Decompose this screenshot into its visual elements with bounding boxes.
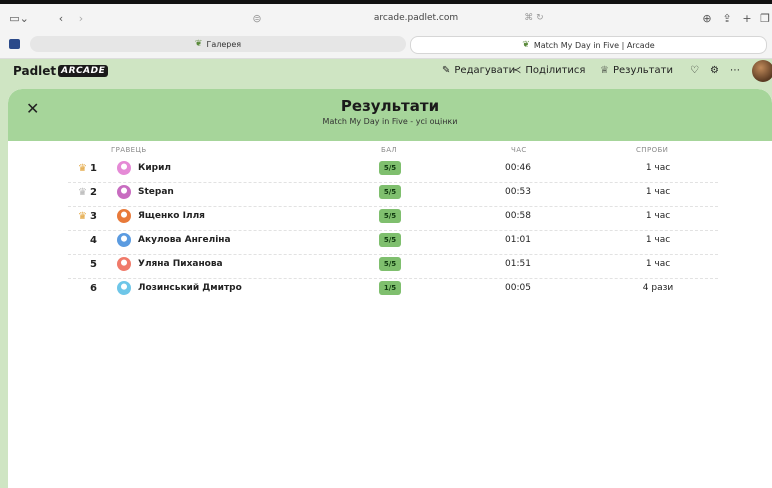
new-tab-icon[interactable]: + <box>740 10 754 26</box>
player-avatar <box>117 185 131 199</box>
column-header-tries: СПРОБИ <box>636 146 669 154</box>
rank-number: 1 <box>90 163 97 174</box>
table-row: 4 Акулова Ангеліна 5/5 01:01 1 час <box>68 230 718 255</box>
player-name: Лозинський Дмитро <box>138 283 242 293</box>
tab-favicon-icon <box>9 39 20 49</box>
column-header-player: ГРАВЕЦЬ <box>111 146 147 154</box>
results-panel: ✕ Результати Match My Day in Five - усі … <box>8 89 772 488</box>
time-value: 00:58 <box>505 211 531 221</box>
rank-number: 6 <box>90 283 97 294</box>
results-subtitle: Match My Day in Five - усі оцінки <box>322 117 458 126</box>
tries-value: 1 час <box>645 187 671 197</box>
shield-icon[interactable]: ⊜ <box>250 10 264 26</box>
results-header: ✕ Результати Match My Day in Five - усі … <box>8 89 772 141</box>
rank-number: 4 <box>90 235 97 246</box>
edit-button[interactable]: ✎ Редагувати <box>442 65 515 76</box>
pencil-icon: ✎ <box>442 65 451 76</box>
share-nodes-icon: ≺ <box>513 65 522 76</box>
player-avatar <box>117 257 131 271</box>
rank-number: 5 <box>90 259 97 270</box>
back-icon[interactable]: ‹ <box>54 10 68 26</box>
share-icon[interactable]: ⇪ <box>720 10 734 26</box>
time-value: 01:01 <box>505 235 531 245</box>
time-value: 01:51 <box>505 259 531 269</box>
tries-value: 1 час <box>645 235 671 245</box>
score-badge: 5/5 <box>379 233 401 247</box>
crown-icon: ♛ <box>78 211 87 222</box>
address-bar[interactable]: arcade.padlet.com <box>356 10 476 26</box>
score-badge: 5/5 <box>379 209 401 223</box>
tab-gallery[interactable]: ❦ Галерея <box>30 36 406 52</box>
more-icon[interactable]: ⋯ <box>730 65 740 76</box>
results-button[interactable]: ♕ Результати <box>600 65 673 76</box>
gear-icon[interactable]: ⚙ <box>710 65 719 76</box>
user-avatar[interactable] <box>752 60 772 82</box>
tries-value: 1 час <box>645 163 671 173</box>
time-value: 00:53 <box>505 187 531 197</box>
table-row: ♛ 1 Кирил 5/5 00:46 1 час <box>68 158 718 183</box>
table-row: ♛ 3 Ященко Ілля 5/5 00:58 1 час <box>68 206 718 231</box>
leaf-icon: ❦ <box>522 40 530 50</box>
heart-icon[interactable]: ♡ <box>690 65 699 76</box>
trophy-icon: ♕ <box>600 65 609 76</box>
column-header-score: БАЛ <box>381 146 398 154</box>
crown-icon: ♛ <box>78 163 87 174</box>
logo-badge: ARCADE <box>58 65 109 77</box>
forward-icon[interactable]: › <box>74 10 88 26</box>
tab-bar: ❦ Галерея ❦ Match My Day in Five | Arcad… <box>0 32 772 56</box>
tab-label: Галерея <box>206 39 242 49</box>
browser-chrome: ▭⌄ ‹ › ⊜ arcade.padlet.com ⌘ ↻ ⊕ ⇪ + ❐ ❦… <box>0 4 772 59</box>
player-name: Ященко Ілля <box>138 211 205 221</box>
time-value: 00:05 <box>505 283 531 293</box>
results-title: Результати <box>340 97 440 115</box>
player-avatar <box>117 281 131 295</box>
results-label: Результати <box>612 65 673 76</box>
sidebar-toggle-icon[interactable]: ▭⌄ <box>8 10 30 26</box>
download-icon[interactable]: ⊕ <box>700 10 714 26</box>
score-badge: 5/5 <box>379 161 401 175</box>
share-button[interactable]: ≺ Поділитися <box>513 65 585 76</box>
player-avatar <box>117 209 131 223</box>
reader-reload-icon[interactable]: ⌘ ↻ <box>520 10 548 26</box>
time-value: 00:46 <box>505 163 531 173</box>
score-badge: 5/5 <box>379 185 401 199</box>
edit-label: Редагувати <box>454 65 516 76</box>
player-name: Уляна Пиханова <box>138 259 223 269</box>
player-avatar <box>117 233 131 247</box>
leaf-icon: ❦ <box>194 39 203 49</box>
player-name: Stepan <box>138 187 174 197</box>
table-row: ♛ 2 Stepan 5/5 00:53 1 час <box>68 182 718 207</box>
logo-text: Padlet <box>13 64 57 78</box>
table-row: 5 Уляна Пиханова 5/5 01:51 1 час <box>68 254 718 279</box>
player-avatar <box>117 161 131 175</box>
table-row: 6 Лозинський Дмитро 1/5 00:05 4 рази <box>68 278 718 302</box>
tab-match-my-day[interactable]: ❦ Match My Day in Five | Arcade <box>410 36 767 54</box>
player-name: Кирил <box>138 163 172 173</box>
tries-value: 4 рази <box>642 283 674 293</box>
score-badge: 5/5 <box>379 257 401 271</box>
tries-value: 1 час <box>645 211 671 221</box>
rank-number: 3 <box>90 211 97 222</box>
crown-icon: ♛ <box>78 187 87 198</box>
score-badge: 1/5 <box>379 281 401 295</box>
padlet-arcade-logo[interactable]: Padlet ARCADE <box>13 64 109 78</box>
tabs-overview-icon[interactable]: ❐ <box>758 10 772 26</box>
tab-label: Match My Day in Five | Arcade <box>533 40 655 50</box>
tries-value: 1 час <box>645 259 671 269</box>
app-header: Padlet ARCADE ✎ Редагувати ≺ Поділитися … <box>0 59 772 87</box>
player-name: Акулова Ангеліна <box>138 235 231 245</box>
browser-toolbar: ▭⌄ ‹ › ⊜ arcade.padlet.com ⌘ ↻ ⊕ ⇪ + ❐ <box>0 4 772 32</box>
rank-number: 2 <box>90 187 97 198</box>
share-label: Поділитися <box>525 65 586 76</box>
column-header-time: ЧАС <box>511 146 527 154</box>
